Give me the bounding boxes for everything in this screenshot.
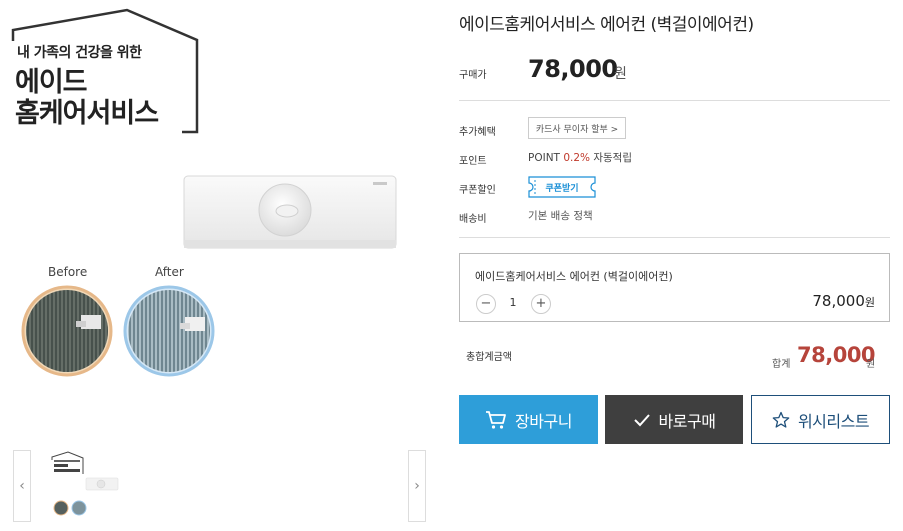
add-to-cart-label: 장바구니 bbox=[515, 411, 572, 431]
option-price-value: 78,000 bbox=[812, 292, 865, 310]
total-amount-value: 78,000 bbox=[797, 343, 876, 367]
product-title: 에이드홈케어서비스 에어컨 (벽걸이에어컨) bbox=[459, 15, 754, 35]
price-label: 구매가 bbox=[459, 70, 487, 81]
coupon-download-button[interactable]: 쿠폰받기 bbox=[528, 176, 596, 198]
quantity-decrease-button[interactable]: − bbox=[476, 294, 496, 314]
add-to-cart-button[interactable]: 장바구니 bbox=[459, 395, 598, 444]
brand-tagline: 내 가족의 건강을 위한 bbox=[17, 45, 142, 61]
product-thumbnail[interactable] bbox=[48, 450, 122, 522]
wishlist-label: 위시리스트 bbox=[797, 411, 870, 431]
price-value: 78,000 bbox=[528, 55, 618, 83]
option-price-unit: 원 bbox=[864, 296, 875, 309]
option-price: 78,000원 bbox=[812, 292, 875, 310]
after-label: After bbox=[155, 265, 184, 279]
divider bbox=[459, 237, 890, 238]
main-product-image: 내 가족의 건강을 위한 에이드 홈케어서비스 Before After bbox=[0, 0, 420, 440]
check-icon bbox=[633, 413, 650, 426]
shipping-policy: 기본 배송 정책 bbox=[528, 210, 593, 222]
point-info: POINT 0.2% 자동적립 bbox=[528, 150, 632, 165]
total-amount-label: 총합계금액 bbox=[466, 352, 512, 363]
cart-icon bbox=[486, 410, 506, 429]
point-suffix: 자동적립 bbox=[590, 152, 632, 164]
star-icon bbox=[772, 411, 790, 428]
benefit-label: 추가혜택 bbox=[459, 127, 496, 138]
divider bbox=[459, 100, 890, 101]
quantity-increase-button[interactable]: + bbox=[531, 294, 551, 314]
coupon-label: 쿠폰할인 bbox=[459, 185, 496, 196]
card-installment-button[interactable]: 카드사 무이자 할부 > bbox=[528, 117, 626, 139]
point-rate: 0.2% bbox=[563, 152, 590, 164]
selected-option-box: 에이드홈케어서비스 에어컨 (벽걸이에어컨) − 1 + 78,000원 bbox=[459, 253, 890, 322]
chevron-right-icon: › bbox=[414, 478, 420, 494]
after-cleaning-photo bbox=[123, 285, 215, 377]
total-amount-unit: 원 bbox=[866, 359, 876, 370]
coupon-button-label: 쿠폰받기 bbox=[545, 183, 579, 194]
chevron-left-icon: ‹ bbox=[19, 478, 25, 494]
thumbnail-next-button[interactable]: › bbox=[408, 450, 426, 522]
buy-now-button[interactable]: 바로구매 bbox=[605, 395, 743, 444]
buy-now-label: 바로구매 bbox=[658, 411, 716, 431]
price-unit: 원 bbox=[614, 66, 627, 82]
thumbnail-prev-button[interactable]: ‹ bbox=[13, 450, 31, 522]
before-cleaning-photo bbox=[21, 285, 113, 377]
point-prefix: POINT bbox=[528, 152, 564, 164]
point-label: 포인트 bbox=[459, 156, 487, 167]
quantity-value[interactable]: 1 bbox=[502, 296, 524, 309]
brand-name-line2: 홈케어서비스 bbox=[15, 98, 159, 129]
before-label: Before bbox=[48, 265, 88, 279]
wishlist-button[interactable]: 위시리스트 bbox=[751, 395, 890, 444]
air-conditioner-image bbox=[183, 175, 397, 249]
total-sum-label: 합계 bbox=[772, 359, 791, 370]
shipping-label: 배송비 bbox=[459, 214, 487, 225]
option-name: 에이드홈케어서비스 에어컨 (벽걸이에어컨) bbox=[475, 270, 673, 283]
